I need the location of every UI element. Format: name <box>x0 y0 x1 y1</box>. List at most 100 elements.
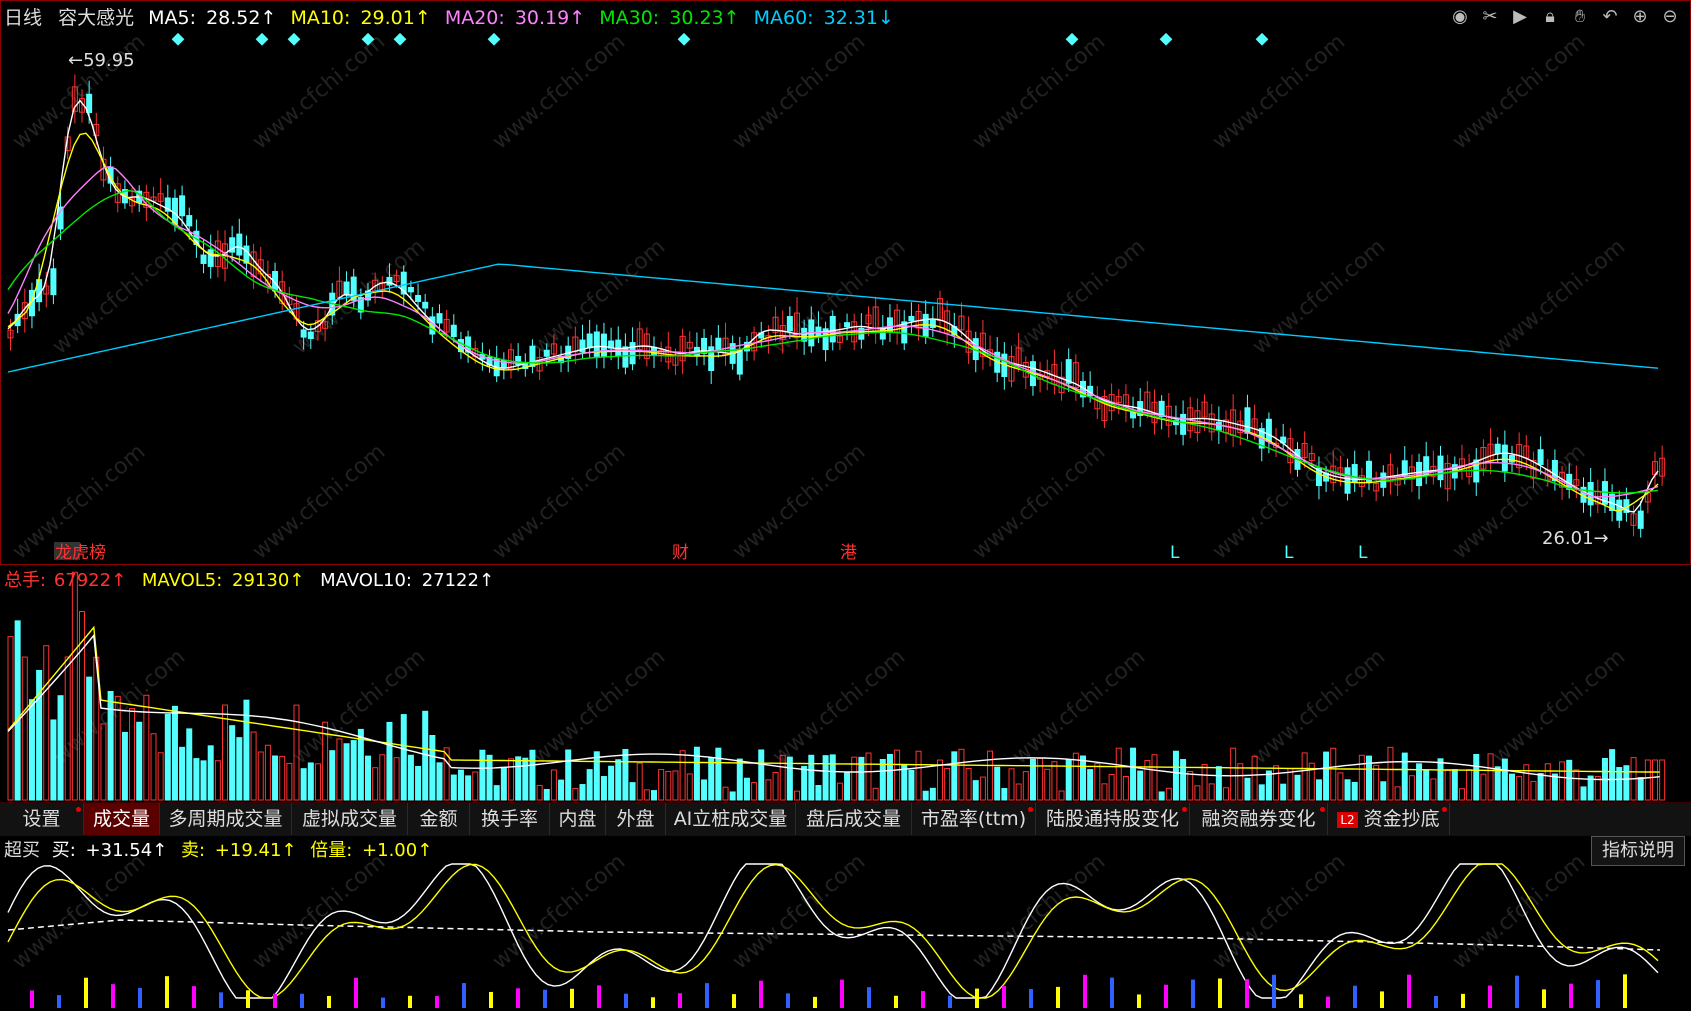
tab-inner[interactable]: 内盘 <box>550 803 606 835</box>
volume-bar <box>314 763 321 801</box>
tab-capital-bottom[interactable]: L2 资金抄底 <box>1328 803 1450 835</box>
candle-body <box>543 349 550 357</box>
volume-bar <box>1566 759 1573 801</box>
volume-bar <box>1344 779 1351 801</box>
tab-pe-ttm[interactable]: 市盈率(ttm) <box>912 803 1036 835</box>
volume-bar <box>894 749 901 801</box>
candle-body <box>786 316 793 332</box>
candle-body <box>1637 510 1644 529</box>
tab-after-hours-volume[interactable]: 盘后成交量 <box>796 803 912 835</box>
volume-bar <box>1208 783 1215 801</box>
indicator-bar <box>1002 985 1006 1008</box>
indicator-bar <box>1218 978 1222 1008</box>
candle-body <box>715 337 722 351</box>
event-marker-lhb: 龙虎榜 <box>55 543 106 563</box>
volume-bar <box>1280 783 1287 801</box>
tab-volume[interactable]: 成交量 <box>84 803 160 835</box>
event-diamond-icon <box>393 32 407 46</box>
watermark-text: www.cfchi.com <box>968 849 1110 974</box>
tab-multi-period-volume[interactable]: 多周期成交量 <box>160 803 292 835</box>
period-label: 日线 <box>4 7 42 29</box>
tab-label: AI立桩成交量 <box>673 808 788 830</box>
svg-text:日线 容大感光 MA5: 28.52: 日线 容大感光 MA5: 28.52↑ MA10: 29.01↑ MA20: 3… <box>4 7 894 29</box>
volume-bar <box>1080 755 1086 801</box>
candle-body <box>86 93 93 113</box>
hand-icon[interactable]: ✋︎ <box>1569 6 1591 28</box>
volume-bar <box>565 749 572 801</box>
tab-outer[interactable]: 外盘 <box>606 803 666 835</box>
volume-bar <box>1230 747 1237 801</box>
volume-bar <box>600 776 607 801</box>
watermark-text: www.cfchi.com <box>968 29 1110 154</box>
l2-badge: L2 <box>1337 811 1358 828</box>
undo-icon[interactable]: ↶ <box>1599 6 1621 28</box>
volume-bar <box>1473 753 1480 801</box>
volume-bar <box>329 750 336 801</box>
volume-bar <box>743 777 750 801</box>
tab-margin-change[interactable]: 融资融券变化 <box>1190 803 1328 835</box>
volume-bar <box>1215 766 1222 801</box>
ratio-value: +1.00↑ <box>362 840 432 861</box>
volume-bar <box>915 750 922 801</box>
volume-bar <box>844 771 851 801</box>
volume-bar <box>1437 758 1444 801</box>
volume-bar <box>350 740 357 801</box>
volume-bar <box>257 751 264 801</box>
volume-bar <box>1315 779 1322 801</box>
scissors-icon[interactable]: ✂ <box>1479 6 1501 28</box>
watermark-text: www.cfchi.com <box>48 234 190 359</box>
notification-dot <box>1182 807 1187 812</box>
tab-virtual-volume[interactable]: 虚拟成交量 <box>292 803 408 835</box>
tab-ai-volume[interactable]: AI立桩成交量 <box>666 803 796 835</box>
volume-bar <box>558 779 565 801</box>
candle-body <box>436 313 443 324</box>
volume-bar <box>200 760 207 801</box>
volume-bar <box>965 767 972 801</box>
indicator-bar <box>948 995 952 1008</box>
volume-bar <box>1180 759 1187 801</box>
indicator-bar <box>435 996 439 1008</box>
lock-icon[interactable]: 🔒︎ <box>1539 6 1561 28</box>
volume-bar <box>500 767 507 801</box>
zoom-out-icon[interactable]: ⊖ <box>1659 6 1681 28</box>
volume-bar <box>1358 754 1365 801</box>
volume-bar <box>1544 763 1551 801</box>
volume-bar <box>586 769 593 801</box>
zoom-in-icon[interactable]: ⊕ <box>1629 6 1651 28</box>
watermark-text: www.cfchi.com <box>1008 644 1150 769</box>
volume-bar <box>665 770 672 801</box>
volume-bar <box>107 690 114 801</box>
volume-bar <box>1122 776 1129 801</box>
candle-body <box>1244 407 1251 434</box>
volume-bar <box>379 754 386 801</box>
volume-bar <box>1487 753 1494 801</box>
volume-bar <box>508 758 514 801</box>
indicator-bar <box>57 995 61 1008</box>
volume-bar <box>450 774 457 801</box>
tab-amount[interactable]: 金额 <box>408 803 470 835</box>
tab-settings[interactable]: 设置 <box>0 803 84 835</box>
play-icon[interactable]: ▶ <box>1509 6 1531 28</box>
volume-bar <box>407 754 414 801</box>
volume-bar <box>679 750 686 801</box>
candle-body <box>343 281 350 296</box>
indicator-bar <box>759 980 763 1008</box>
volume-bar <box>543 788 550 801</box>
volume-bar <box>307 762 314 801</box>
volume-bar <box>536 784 543 801</box>
volume-bar <box>264 744 271 801</box>
volume-bar <box>136 721 143 801</box>
volume-bar <box>1287 768 1294 801</box>
candle-body <box>57 206 64 230</box>
indicator-bar <box>597 985 601 1008</box>
eye-icon[interactable]: ◉ <box>1449 6 1471 28</box>
volume-chart[interactable] <box>7 571 1666 801</box>
watermark-text: www.cfchi.com <box>8 849 150 974</box>
watermark-text: www.cfchi.com <box>1488 644 1630 769</box>
tab-turnover[interactable]: 换手率 <box>470 803 550 835</box>
indicator-explain-button[interactable]: 指标说明 <box>1591 836 1685 866</box>
volume-bar <box>1337 772 1344 801</box>
indicator-bar <box>840 979 844 1008</box>
volume-bar <box>1194 785 1201 801</box>
tab-northbound-holdings[interactable]: 陆股通持股变化 <box>1036 803 1190 835</box>
